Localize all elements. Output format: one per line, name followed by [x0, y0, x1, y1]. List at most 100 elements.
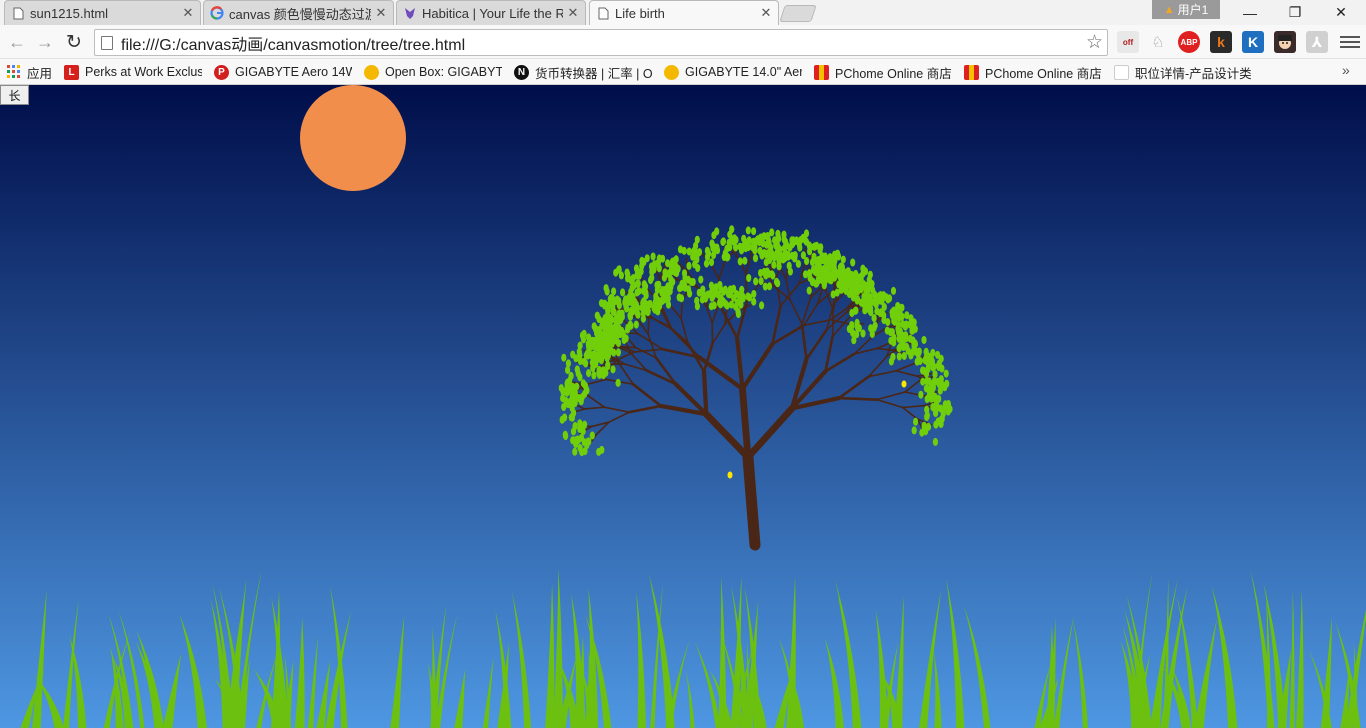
tree-leaf [586, 369, 592, 378]
address-bar[interactable]: file:///G:/canvas动画/canvasmotion/tree/tr… [94, 29, 1108, 56]
bookmark-pchome-1[interactable]: PChome Online 商店街 [814, 63, 952, 81]
tree-leaf [849, 321, 855, 330]
tree-leaf [838, 285, 845, 294]
oanda-icon: N [514, 64, 529, 80]
tree-leaf [603, 284, 609, 293]
arrow-right-icon: → [36, 31, 54, 52]
close-icon[interactable]: ✕ [567, 5, 579, 21]
bookmark-pchome-2[interactable]: PChome Online 商店街 [964, 63, 1102, 81]
fox-extension-icon[interactable]: ♘ [1147, 31, 1169, 53]
adblock-plus-icon[interactable]: ABP [1178, 31, 1200, 53]
bookmark-gigabyte-14-aero[interactable]: GIGABYTE 14.0" Aero [664, 63, 802, 81]
minimize-button[interactable]: — [1227, 0, 1273, 25]
pinterest-p-icon: P [214, 64, 229, 80]
tab-canvas-color[interactable]: canvas 颜色慢慢动态过渡 ✕ [203, 0, 394, 25]
tree-leaf [773, 241, 779, 250]
tree-leaf [619, 326, 625, 335]
close-icon[interactable]: ✕ [760, 5, 772, 21]
page-icon [596, 6, 610, 20]
avatar-extension-icon[interactable] [1274, 31, 1296, 53]
bookmark-oanda[interactable]: N 货币转换器 | 汇率 | OANDA [514, 63, 652, 81]
tree-leaf [570, 350, 576, 359]
bookmark-perks-at-work[interactable]: L Perks at Work Exclusive [64, 63, 202, 81]
bookmark-label: GIGABYTE Aero 14W [235, 65, 352, 79]
tree-leaf [705, 249, 712, 258]
tree-leaf [708, 258, 715, 267]
tree-leaf [584, 386, 590, 395]
tree-leaf [867, 293, 873, 302]
new-tab-button[interactable] [779, 5, 817, 22]
close-window-button[interactable]: ✕ [1318, 0, 1364, 25]
tree-leaf [759, 301, 765, 310]
bookmark-open-box-gigabyte[interactable]: Open Box: GIGABYTE [364, 63, 502, 81]
tree-leaf [930, 348, 936, 357]
tree-leaf [785, 251, 791, 259]
tree-branch [647, 313, 650, 335]
tree-leaf [711, 231, 717, 240]
tree-leaf [758, 277, 764, 286]
tree-leaf [845, 276, 852, 284]
k-blue-icon[interactable]: K [1242, 31, 1264, 53]
tree-leaf [814, 241, 820, 250]
tree-branch [701, 369, 709, 417]
url-text[interactable]: file:///G:/canvas动画/canvasmotion/tree/tr… [121, 31, 1086, 55]
pdf-extension-icon[interactable]: ⅄ [1306, 31, 1328, 53]
bookmark-star-icon[interactable]: ☆ [1086, 31, 1103, 54]
close-icon[interactable]: ✕ [375, 5, 387, 21]
tree-leaf [867, 270, 873, 279]
tree-leaf [903, 320, 909, 329]
close-icon[interactable]: ✕ [182, 5, 194, 21]
tree-leaf [921, 422, 927, 431]
tree-leaf [878, 308, 884, 317]
tree-leaf [839, 267, 846, 275]
page-icon [11, 6, 25, 20]
tree-leaf [563, 432, 569, 441]
tree-leaf [815, 276, 822, 285]
bookmark-label: 应用 [27, 66, 53, 81]
tree-leaf [686, 261, 692, 270]
chrome-menu-button[interactable] [1340, 31, 1360, 53]
restore-button[interactable]: ❐ [1272, 0, 1318, 25]
tree-leaf [737, 242, 743, 251]
tree-leaf [577, 394, 583, 403]
bookmark-label: PChome Online 商店街 [985, 66, 1102, 81]
tab-life-birth[interactable]: Life birth ✕ [589, 0, 779, 25]
menu-line [1340, 41, 1360, 43]
coin-icon [364, 64, 379, 80]
k-orange-icon[interactable]: k [1210, 31, 1232, 53]
bookmark-gigabyte-aero-14w[interactable]: P GIGABYTE Aero 14W [214, 63, 352, 81]
tree-leaf [674, 264, 680, 273]
tree-leaf [608, 329, 614, 338]
tree-leaf [577, 444, 583, 452]
tree-leaf [843, 286, 849, 295]
user-profile-badge[interactable]: ▲ 用户1 [1152, 0, 1220, 19]
tree-leaf [591, 371, 597, 380]
tree-branch [680, 299, 684, 320]
tree-leaf [932, 437, 939, 446]
menu-line [1340, 46, 1360, 48]
tree-leaf [618, 316, 624, 324]
bookmarks-overflow-icon[interactable]: » [1342, 62, 1350, 78]
cache-off-icon[interactable]: off [1117, 31, 1139, 53]
tab-habitica[interactable]: Habitica | Your Life the Role Playing Ga… [396, 0, 586, 25]
grow-button[interactable]: 长 [0, 85, 29, 105]
tree-leaf [806, 269, 813, 278]
tree-leaf [929, 357, 936, 366]
tree-leaf [613, 268, 619, 277]
tree-leaf [918, 390, 924, 399]
reload-button[interactable]: ↻ [63, 31, 85, 53]
pchome-icon [964, 64, 979, 80]
tree-leaf [725, 253, 731, 262]
tree-leaf [687, 289, 693, 298]
tree-leaf [896, 334, 902, 343]
tree-leaf [650, 252, 656, 261]
tree-leaf [776, 257, 782, 266]
tree-leaf [629, 277, 635, 286]
tab-sun1215[interactable]: sun1215.html ✕ [4, 0, 201, 25]
bookmark-apps[interactable]: 应用 [6, 63, 56, 81]
back-button[interactable]: ← [6, 31, 28, 53]
forward-button[interactable]: → [34, 31, 56, 53]
tree-leaf [726, 238, 732, 247]
bookmark-job-details[interactable]: 职位详情-产品设计类 [1114, 63, 1254, 81]
tree-leaf [771, 260, 777, 269]
